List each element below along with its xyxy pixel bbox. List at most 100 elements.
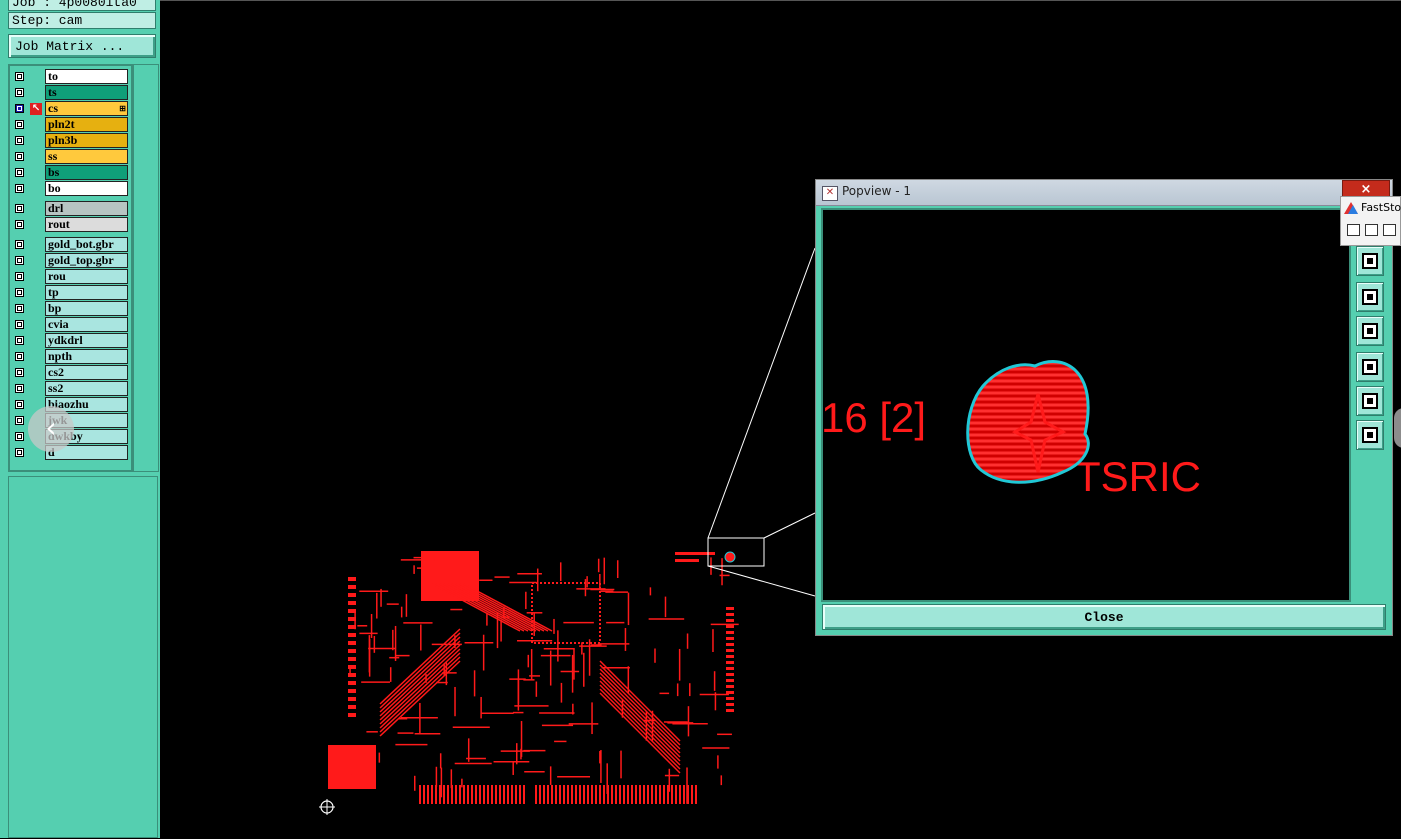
layer-name[interactable]: rou: [45, 269, 128, 284]
layer-row-ts[interactable]: ts: [10, 85, 128, 101]
layer-checkbox[interactable]: [15, 152, 24, 161]
left-chevron-icon[interactable]: ‹: [28, 406, 74, 452]
pcb-pad: [348, 641, 356, 645]
popview-zoom-view[interactable]: 16 [2] TSRIC: [821, 208, 1351, 602]
layer-name[interactable]: bo: [45, 181, 128, 196]
layer-checkbox[interactable]: [15, 168, 24, 177]
pcb-pad: [348, 593, 356, 597]
zoom-out-icon[interactable]: [1356, 420, 1384, 450]
layer-name[interactable]: cvia: [45, 317, 128, 332]
layer-row-rout[interactable]: rout: [10, 217, 128, 233]
layer-checkbox[interactable]: [15, 220, 24, 229]
layer-list-scrollbar[interactable]: [133, 64, 159, 472]
layer-checkbox[interactable]: [15, 104, 24, 113]
layer-row-drl[interactable]: drl: [10, 201, 128, 217]
layer-checkbox[interactable]: [15, 400, 24, 409]
layer-row-gold_bot.gbr[interactable]: gold_bot.gbr: [10, 237, 128, 253]
pcb-pad: [726, 679, 734, 682]
layer-row-pln3b[interactable]: pln3b: [10, 133, 128, 149]
layer-name[interactable]: gold_top.gbr: [45, 253, 128, 268]
layer-name-label: npth: [48, 349, 73, 363]
layer-row-cs[interactable]: ↖ cs ⊞: [10, 101, 128, 117]
layer-name[interactable]: pln3b: [45, 133, 128, 148]
layer-name[interactable]: drl: [45, 201, 128, 216]
zoom-in-icon[interactable]: [1356, 386, 1384, 416]
layer-row-rou[interactable]: rou: [10, 269, 128, 285]
capture-region-icon[interactable]: [1383, 224, 1396, 236]
layer-name[interactable]: ss2: [45, 381, 128, 396]
layer-checkbox[interactable]: [15, 352, 24, 361]
layer-checkbox[interactable]: [15, 184, 24, 193]
layer-checkbox[interactable]: [15, 304, 24, 313]
layer-checkbox[interactable]: [15, 432, 24, 441]
layer-checkbox[interactable]: [15, 320, 24, 329]
layer-row-bo[interactable]: bo: [10, 181, 128, 197]
layer-name[interactable]: rout: [45, 217, 128, 232]
layer-checkbox[interactable]: [15, 368, 24, 377]
layer-row-pln2t[interactable]: pln2t: [10, 117, 128, 133]
pcb-pad: [726, 637, 734, 640]
layer-checkbox[interactable]: [15, 272, 24, 281]
layer-row-gold_top.gbr[interactable]: gold_top.gbr: [10, 253, 128, 269]
pcb-pad: [348, 697, 356, 701]
layer-row-d[interactable]: d: [10, 445, 128, 461]
layer-checkbox[interactable]: [15, 72, 24, 81]
layer-checkbox[interactable]: [15, 448, 24, 457]
layer-row-biaozhu[interactable]: biaozhu: [10, 397, 128, 413]
layer-name[interactable]: tp: [45, 285, 128, 300]
layer-row-tp[interactable]: tp: [10, 285, 128, 301]
pan-right-icon[interactable]: [1356, 352, 1384, 382]
popview-close-button[interactable]: Close: [822, 604, 1386, 630]
layer-row-bs[interactable]: bs: [10, 165, 128, 181]
layer-checkbox[interactable]: [15, 136, 24, 145]
layer-checkbox[interactable]: [15, 416, 24, 425]
layer-checkbox[interactable]: [15, 88, 24, 97]
pcb-trace: [599, 672, 681, 754]
layer-name[interactable]: npth: [45, 349, 128, 364]
layer-row-ss[interactable]: ss: [10, 149, 128, 165]
capture-window-icon[interactable]: [1347, 224, 1360, 236]
pcb-pad: [348, 617, 356, 621]
layer-name[interactable]: gold_bot.gbr: [45, 237, 128, 252]
layer-row-bp[interactable]: bp: [10, 301, 128, 317]
layer-name[interactable]: cs ⊞: [45, 101, 128, 116]
layer-name[interactable]: to: [45, 69, 128, 84]
layer-name[interactable]: ydkdrl: [45, 333, 128, 348]
layer-checkbox[interactable]: [15, 336, 24, 345]
layer-checkbox[interactable]: [15, 240, 24, 249]
layer-name[interactable]: ts: [45, 85, 128, 100]
pan-down-icon[interactable]: [1356, 282, 1384, 312]
pan-left-icon[interactable]: [1356, 316, 1384, 346]
pcb-pad: [726, 667, 734, 670]
popview-titlebar[interactable]: ✕ Popview - 1 ×: [816, 180, 1392, 206]
layer-row-npth[interactable]: npth: [10, 349, 128, 365]
capture-object-icon[interactable]: [1365, 224, 1378, 236]
layer-checkbox[interactable]: [15, 120, 24, 129]
layer-checkbox[interactable]: [15, 204, 24, 213]
layer-name-label: to: [48, 69, 58, 83]
pcb-pad: [348, 609, 356, 613]
layer-name-label: gold_top.gbr: [48, 253, 114, 267]
layer-name[interactable]: cs2: [45, 365, 128, 380]
layer-checkbox[interactable]: [15, 256, 24, 265]
job-matrix-button[interactable]: Job Matrix ...: [8, 34, 156, 58]
layer-name[interactable]: ss: [45, 149, 128, 164]
layer-row-to[interactable]: to: [10, 69, 128, 85]
layer-row-cs2[interactable]: cs2: [10, 365, 128, 381]
pcb-pad: [726, 661, 734, 664]
right-chevron-icon[interactable]: [1394, 408, 1401, 448]
layer-checkbox[interactable]: [15, 384, 24, 393]
pcb-pad: [726, 685, 734, 688]
layer-row-ydkdrl[interactable]: ydkdrl: [10, 333, 128, 349]
pcb-pad: [348, 705, 356, 709]
popview-window: ✕ Popview - 1 × 16 [2] TSRIC Close: [815, 179, 1393, 636]
faststone-capture-widget[interactable]: FastStor: [1340, 196, 1401, 246]
faststone-label: FastStor: [1361, 201, 1401, 214]
layer-row-cvia[interactable]: cvia: [10, 317, 128, 333]
layer-row-ss2[interactable]: ss2: [10, 381, 128, 397]
layer-name[interactable]: bs: [45, 165, 128, 180]
pan-up-icon[interactable]: [1356, 246, 1384, 276]
layer-checkbox[interactable]: [15, 288, 24, 297]
layer-name[interactable]: pln2t: [45, 117, 128, 132]
layer-name[interactable]: bp: [45, 301, 128, 316]
